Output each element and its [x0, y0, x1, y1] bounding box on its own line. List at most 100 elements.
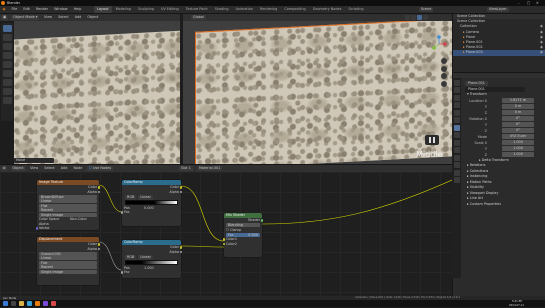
view-layer-tab-icon[interactable] [453, 102, 460, 108]
search-icon[interactable] [11, 301, 17, 306]
viewport-menu-add[interactable]: Add [72, 14, 84, 21]
socket-icon[interactable] [120, 271, 124, 274]
select-box-tool-icon[interactable] [2, 24, 12, 32]
pan-hand-icon[interactable] [441, 65, 447, 72]
annotate-tool-icon[interactable] [2, 78, 12, 86]
scene-selector[interactable]: Scene [419, 7, 434, 12]
scene-tab-icon[interactable] [453, 109, 460, 116]
tab-uv-editing[interactable]: UV Editing [158, 6, 182, 13]
material-tab-icon[interactable] [453, 169, 460, 176]
scale-x-field[interactable]: 1.000 [502, 140, 534, 145]
app-icon[interactable] [51, 301, 57, 306]
tool-tab-icon[interactable] [453, 79, 460, 86]
start-menu-icon[interactable] [3, 301, 8, 306]
clamp-checkbox[interactable]: ☐ Clamp [224, 228, 262, 233]
interpolation-dropdown[interactable]: Linear [39, 199, 97, 204]
tab-sculpting[interactable]: Sculpting [135, 6, 157, 13]
maximize-button[interactable]: □ [527, 1, 530, 5]
menu-file[interactable]: File [9, 6, 20, 13]
rotation-mode-dropdown[interactable]: XYZ Euler [502, 134, 534, 139]
socket-icon[interactable] [179, 186, 183, 189]
scale-y-field[interactable]: 1.000 [502, 146, 534, 151]
output-tab-icon[interactable] [453, 94, 460, 101]
node-menu-node[interactable]: Node [71, 165, 85, 172]
projection-dropdown[interactable]: Flat [39, 260, 97, 265]
node-editor-type-button[interactable]: ⧉ [1, 166, 8, 171]
viewport-left[interactable] [14, 21, 180, 164]
menu-edit[interactable]: Edit [21, 6, 33, 13]
ramp-interp[interactable]: Linear [138, 255, 153, 261]
slot-selector[interactable]: Slot 1 [179, 166, 193, 171]
blender-taskbar-icon[interactable] [35, 301, 41, 306]
app-icon[interactable] [43, 301, 49, 306]
tab-shading[interactable]: Shading [212, 6, 232, 13]
node-mix[interactable]: Mix Shader Shader Blending ☐ Clamp Fac 0.… [222, 213, 264, 257]
menu-window[interactable]: Window [52, 6, 70, 13]
navigation-gizmo-icon[interactable] [430, 35, 448, 53]
transform-orientation[interactable]: Global [191, 15, 206, 20]
blender-menu-icon[interactable]: ◉ [0, 6, 8, 13]
last-operator-panel[interactable]: Move [14, 158, 54, 163]
transform-tool-icon[interactable] [2, 69, 12, 77]
tab-scripting[interactable]: Scripting [345, 6, 366, 13]
file-explorer-icon[interactable] [19, 301, 25, 306]
editor-type-button[interactable]: ▣ [1, 15, 9, 20]
solid-shading-icon[interactable] [411, 15, 416, 20]
texture-tab-icon[interactable] [453, 177, 460, 183]
material-selector[interactable]: Material.001 [197, 166, 223, 171]
node-image-texture-a[interactable]: Image Texture Color Alpha BrownDiffuse L… [35, 180, 101, 230]
source-dropdown[interactable]: Single Image [39, 269, 97, 274]
object-tab-icon[interactable] [453, 124, 460, 131]
rotation-z-field[interactable]: 0° [502, 128, 534, 133]
location-z-field[interactable]: 0 m [502, 110, 534, 115]
socket-icon[interactable] [97, 186, 101, 189]
socket-icon[interactable] [222, 242, 226, 246]
tab-layout[interactable]: Layout [93, 6, 112, 13]
ramp-mode[interactable]: RGB [125, 255, 137, 261]
add-cube-tool-icon[interactable] [2, 96, 12, 104]
move-tool-icon[interactable] [2, 42, 12, 50]
perspective-toggle-icon[interactable] [441, 80, 447, 87]
shader-type-selector[interactable]: Object [10, 166, 26, 171]
modifier-tab-icon[interactable] [453, 132, 460, 138]
tab-geometry-nodes[interactable]: Geometry Nodes [310, 6, 345, 13]
tab-compositing[interactable]: Compositing [281, 6, 308, 13]
projection-dropdown[interactable]: Flat [39, 203, 97, 208]
color-ramp-gradient[interactable] [125, 259, 178, 265]
viewport-menu-select[interactable]: Select [56, 14, 71, 21]
ramp-mode[interactable]: RGB [125, 195, 137, 201]
node-colorramp-a[interactable]: ColorRamp Color Alpha RGB Linear Pos 0.000… [120, 180, 183, 226]
outliner-item-plane-003[interactable]: ▸ Plane.003 ◉ [453, 50, 545, 56]
socket-icon[interactable] [120, 211, 124, 214]
zoom-icon[interactable] [441, 58, 447, 64]
particles-tab-icon[interactable] [453, 139, 460, 146]
color-ramp-gradient[interactable] [125, 199, 178, 205]
physics-tab-icon[interactable] [453, 147, 460, 153]
source-dropdown[interactable]: Single Image [39, 212, 97, 217]
node-menu-add[interactable]: Add [58, 165, 70, 172]
browser-icon[interactable] [27, 301, 33, 306]
tab-animation[interactable]: Animation [233, 6, 256, 13]
close-button[interactable]: ✕ [536, 1, 539, 5]
tab-texture-paint[interactable]: Texture Paint [183, 6, 211, 13]
blending-dropdown[interactable]: Blending [226, 223, 260, 228]
eye-icon[interactable]: ◉ [540, 50, 543, 55]
data-tab-icon[interactable] [453, 162, 460, 168]
render-tab-icon[interactable] [453, 87, 460, 93]
viewport-right[interactable] [183, 21, 452, 164]
world-tab-icon[interactable] [453, 117, 460, 123]
scale-tool-icon[interactable] [2, 60, 12, 68]
ramp-interp[interactable]: Linear [138, 195, 153, 201]
menu-render[interactable]: Render [33, 6, 50, 13]
rendered-shading-icon[interactable] [423, 15, 428, 20]
socket-icon[interactable] [35, 227, 39, 230]
constraints-tab-icon[interactable] [453, 154, 460, 161]
custom-properties-section[interactable]: ▸ Custom Properties [465, 202, 545, 208]
tab-rendering[interactable]: Rendering [257, 6, 280, 13]
use-nodes-checkbox[interactable]: ☑ Use Nodes [86, 166, 114, 171]
data-name-field[interactable]: Plane.001 [465, 87, 525, 92]
tab-modeling[interactable]: Modeling [113, 6, 134, 13]
menu-help[interactable]: Help [71, 6, 84, 13]
camera-view-icon[interactable] [441, 73, 447, 79]
rotation-x-field[interactable]: 0° [502, 116, 534, 121]
